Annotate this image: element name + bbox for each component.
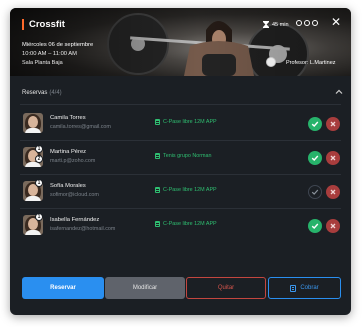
member-plan: C-Pase libre 12M APP	[155, 221, 217, 227]
cash-register-icon	[290, 284, 297, 292]
class-time: 10:00 AM – 11:00 AM	[22, 51, 77, 57]
member-plan: C-Pase libre 12M APP	[155, 187, 217, 193]
document-icon	[155, 187, 160, 193]
x-icon	[330, 155, 336, 161]
class-duration: 45 min	[263, 21, 289, 28]
reservations-count: (4/4)	[49, 90, 62, 96]
badge: 1	[35, 179, 43, 187]
member-name: Martina Pérez	[50, 149, 87, 155]
trainer-name: Profesor: L.Martinez	[286, 60, 336, 66]
reject-button[interactable]	[326, 117, 340, 131]
hourglass-icon	[263, 21, 269, 28]
class-date: Miércoles 06 de septiembre	[22, 42, 94, 48]
badge: 2	[35, 155, 43, 163]
badge: 1	[35, 145, 43, 153]
reservations-header[interactable]: Reservas (4/4)	[22, 90, 62, 96]
class-room: Sala Planta Baja	[22, 60, 63, 66]
member-email: camila.torres@gmail.com	[50, 124, 111, 130]
member-plan: Tenis grupo Norman	[155, 153, 212, 159]
reject-button[interactable]	[326, 151, 340, 165]
x-icon	[330, 223, 336, 229]
document-icon	[155, 153, 160, 159]
confirm-button[interactable]	[308, 151, 322, 165]
reservation-row: 1 Sofía Morales sofimor@icloud.com C-Pas…	[10, 178, 351, 208]
reservation-row: Camila Torres camila.torres@gmail.com C-…	[10, 110, 351, 140]
reservation-row: 1 2 Martina Pérez marti.p@zoho.com Tenis…	[10, 144, 351, 174]
class-title: Crossfit	[22, 19, 65, 30]
x-icon	[330, 121, 336, 127]
member-email: sofimor@icloud.com	[50, 192, 99, 198]
check-icon	[311, 223, 319, 229]
cobrar-label: Cobrar	[300, 285, 319, 291]
document-icon	[155, 119, 160, 125]
avatar	[23, 113, 43, 133]
reservar-button[interactable]: Reservar	[22, 277, 104, 299]
reject-button[interactable]	[326, 185, 340, 199]
reservations-label: Reservas	[22, 90, 48, 96]
close-icon[interactable]: ✕	[330, 16, 342, 28]
modificar-button[interactable]: Modificar	[105, 277, 185, 299]
x-icon	[330, 189, 336, 195]
confirm-button[interactable]	[308, 185, 322, 199]
quitar-button[interactable]: Quitar	[186, 277, 266, 299]
class-detail-modal: Crossfit Miércoles 06 de septiembre 10:0…	[10, 8, 351, 315]
check-icon	[311, 121, 319, 127]
member-email: marti.p@zoho.com	[50, 158, 96, 164]
trainer-avatar	[266, 57, 276, 67]
member-email: isafernandez@hotmail.com	[50, 226, 116, 232]
member-name: Isabella Fernández	[50, 217, 100, 223]
member-name: Sofía Morales	[50, 183, 86, 189]
chevron-up-icon[interactable]	[335, 88, 343, 96]
reservation-row: 1 Isabella Fernández isafernandez@hotmai…	[10, 212, 351, 242]
badge: 1	[35, 213, 43, 221]
document-icon	[155, 221, 160, 227]
member-plan: C-Pase libre 12M APP	[155, 119, 217, 125]
confirm-button[interactable]	[308, 219, 322, 233]
confirm-button[interactable]	[308, 117, 322, 131]
class-header-image: Crossfit Miércoles 06 de septiembre 10:0…	[10, 8, 351, 76]
duration-value: 45 min	[272, 21, 289, 28]
check-icon	[311, 155, 319, 161]
check-icon	[311, 189, 319, 195]
people-icon	[296, 20, 318, 26]
member-name: Camila Torres	[50, 115, 86, 121]
reject-button[interactable]	[326, 219, 340, 233]
cobrar-button[interactable]: Cobrar	[268, 277, 341, 299]
